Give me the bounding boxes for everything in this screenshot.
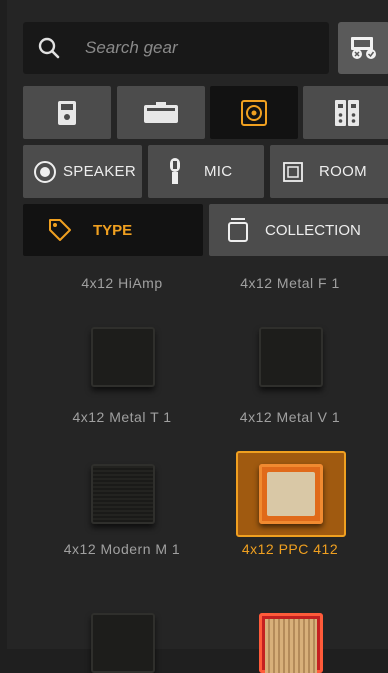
cabinet-image — [259, 327, 323, 387]
tab-room[interactable]: ROOM — [270, 145, 388, 198]
cabinet-image — [259, 464, 323, 524]
category-stompbox-button[interactable] — [23, 86, 111, 139]
gear-label[interactable]: 4x12 Metal V 1 — [200, 409, 380, 425]
category-cabinet-button[interactable] — [210, 86, 298, 139]
tab-mic-label: MIC — [204, 163, 233, 180]
sort-collection-label: COLLECTION — [265, 222, 361, 239]
gear-label-selected[interactable]: 4x12 PPC 412 — [200, 541, 380, 557]
rack-icon — [335, 99, 359, 126]
tab-mic[interactable]: MIC — [148, 145, 264, 198]
collection-icon — [228, 218, 248, 242]
gear-label[interactable]: 4x12 Metal F 1 — [200, 275, 380, 291]
tab-speaker[interactable]: SPEAKER — [23, 145, 142, 198]
stompbox-icon — [58, 100, 76, 125]
gear-browser-panel: Search gear SPEAKER MIC ROOM TYPE COLLEC… — [7, 0, 388, 673]
sort-type-label: TYPE — [93, 222, 133, 239]
amp-icon — [144, 101, 178, 123]
gear-thumbnail[interactable] — [68, 314, 178, 400]
category-rack-button[interactable] — [303, 86, 388, 139]
tab-room-label: ROOM — [319, 163, 367, 180]
cabinet-image — [91, 464, 155, 524]
gear-thumbnail[interactable] — [236, 585, 346, 673]
gear-thumbnail[interactable] — [68, 451, 178, 537]
tag-icon — [49, 219, 71, 241]
gear-thumbnail[interactable] — [68, 585, 178, 673]
gear-thumbnail[interactable] — [236, 314, 346, 400]
tab-speaker-label: SPEAKER — [63, 163, 136, 180]
gear-thumbnail-selected[interactable] — [236, 451, 346, 537]
speaker-icon — [34, 160, 56, 183]
sort-by-type-button[interactable]: TYPE — [23, 204, 203, 256]
cabinet-image — [91, 327, 155, 387]
search-input[interactable]: Search gear — [23, 22, 329, 74]
filter-button[interactable] — [338, 22, 388, 74]
gear-label[interactable]: 4x12 HiAmp — [32, 275, 212, 291]
cabinet-image — [259, 613, 323, 673]
cabinet-image — [91, 613, 155, 673]
cabinet-filter-icon — [351, 37, 376, 59]
search-icon — [38, 37, 60, 59]
gear-label[interactable]: 4x12 Metal T 1 — [32, 409, 212, 425]
speaker-cabinet-icon — [241, 99, 267, 126]
sort-by-collection-button[interactable]: COLLECTION — [209, 204, 388, 256]
room-icon — [283, 161, 303, 182]
category-amp-button[interactable] — [117, 86, 205, 139]
gear-label[interactable]: 4x12 Modern M 1 — [32, 541, 212, 557]
search-placeholder: Search gear — [85, 38, 178, 57]
microphone-icon — [170, 157, 180, 184]
